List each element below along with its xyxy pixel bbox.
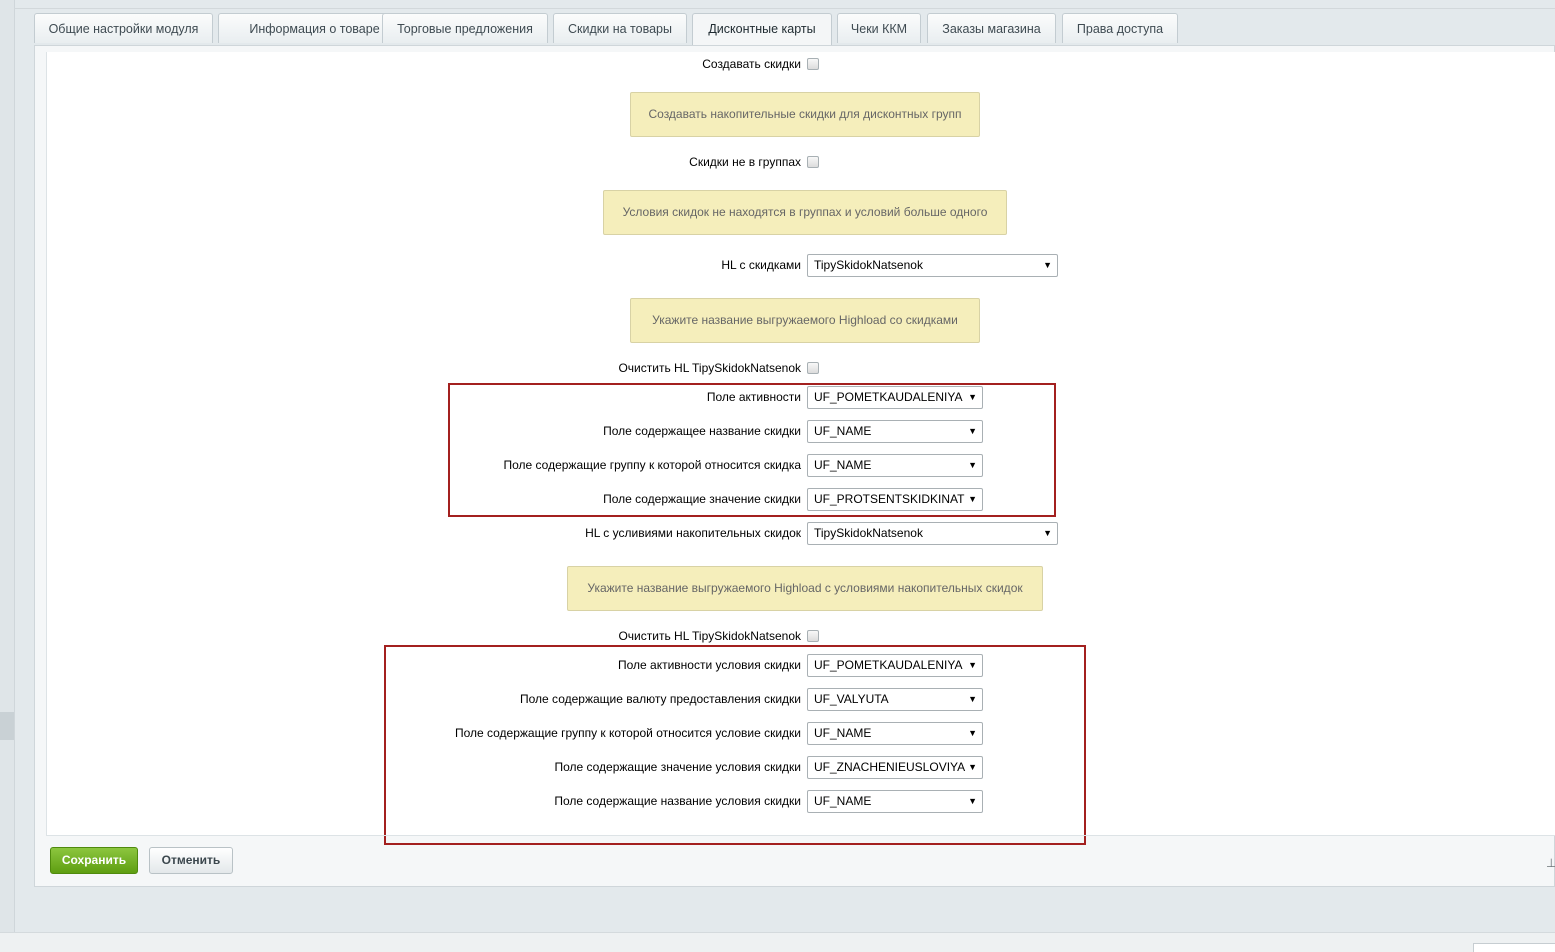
hl-discounts-row: HL с скидками TipySkidokNatsenok ▼	[47, 254, 1555, 277]
hl-conditions-label: HL с усливиями накопительных скидок	[585, 526, 801, 540]
pin-icon[interactable]: ⊥	[1546, 856, 1555, 870]
create-discounts-note: Создавать накопительные скидки для диско…	[630, 92, 980, 137]
clear-hl-1-row: Очистить HL TipySkidokNatsenok	[47, 357, 1555, 379]
tab-store-orders[interactable]: Заказы магазина	[927, 13, 1056, 43]
hl-discounts-select[interactable]: TipySkidokNatsenok ▼	[807, 254, 1058, 277]
create-discounts-row: Создавать скидки	[47, 53, 1555, 75]
clear-hl-1-label: Очистить HL TipySkidokNatsenok	[618, 361, 801, 375]
clear-hl-2-checkbox[interactable]	[807, 630, 819, 642]
tab-kkm-receipts[interactable]: Чеки ККМ	[837, 13, 921, 43]
tab-product-discounts[interactable]: Скидки на товары	[553, 13, 687, 43]
tab-discount-cards[interactable]: Дисконтные карты	[692, 13, 832, 46]
create-discounts-checkbox[interactable]	[807, 58, 819, 70]
hl-conditions-select[interactable]: TipySkidokNatsenok ▼	[807, 522, 1058, 545]
tab-trade-offers[interactable]: Торговые предложения	[382, 13, 548, 43]
hl-conditions-row: HL с усливиями накопительных скидок Tipy…	[47, 522, 1555, 545]
highlight-box-discount-fields	[448, 383, 1056, 517]
hl-discounts-label: HL с скидками	[721, 258, 801, 272]
top-divider	[14, 8, 1555, 9]
hl-discounts-note: Укажите название выгружаемого Highload с…	[630, 298, 980, 343]
discounts-not-in-groups-row: Скидки не в группах	[47, 151, 1555, 173]
chevron-down-icon: ▼	[1043, 260, 1052, 270]
chevron-down-icon: ▼	[1043, 528, 1052, 538]
clear-hl-2-label: Очистить HL TipySkidokNatsenok	[618, 629, 801, 643]
hl-discounts-value: TipySkidokNatsenok	[814, 258, 923, 272]
highlight-box-condition-fields	[384, 645, 1086, 845]
left-menu-strip	[0, 0, 15, 951]
cancel-button[interactable]: Отменить	[149, 847, 233, 874]
clear-hl-1-checkbox[interactable]	[807, 362, 819, 374]
discounts-not-in-groups-checkbox[interactable]	[807, 156, 819, 168]
tab-access-rights[interactable]: Права доступа	[1062, 13, 1178, 43]
tab-general-settings[interactable]: Общие настройки модуля	[34, 13, 213, 43]
footer-divider	[46, 835, 1555, 836]
create-discounts-label: Создавать скидки	[702, 57, 801, 71]
hl-conditions-note: Укажите название выгружаемого Highload с…	[567, 566, 1043, 611]
save-button[interactable]: Сохранить	[50, 847, 138, 874]
hl-conditions-value: TipySkidokNatsenok	[814, 526, 923, 540]
left-menu-toggle[interactable]	[0, 712, 14, 740]
discounts-not-in-groups-note: Условия скидок не находятся в группах и …	[603, 190, 1007, 235]
bottom-status-bar	[0, 932, 1555, 952]
clear-hl-2-row: Очистить HL TipySkidokNatsenok	[47, 625, 1555, 647]
discounts-not-in-groups-label: Скидки не в группах	[689, 155, 801, 169]
